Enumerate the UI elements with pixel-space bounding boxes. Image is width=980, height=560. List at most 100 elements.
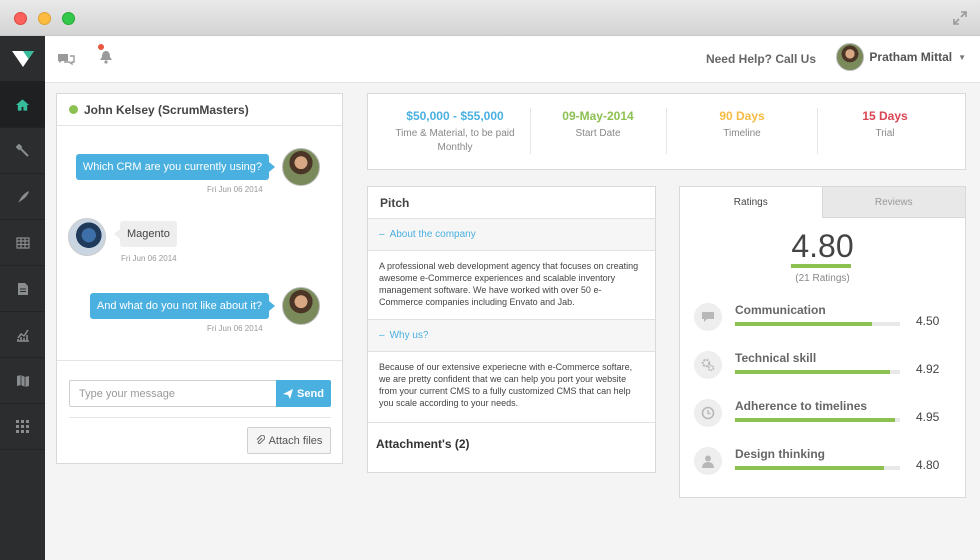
logo-icon (11, 50, 34, 67)
rating-bar-fill (735, 322, 872, 326)
chat-contact-name: John Kelsey (ScrumMasters) (84, 102, 249, 117)
sidebar-item-analytics[interactable] (0, 312, 45, 358)
sidebar-item-documents[interactable] (0, 266, 45, 312)
stat-value: 15 Days (862, 109, 908, 123)
chevron-down-icon: ▼ (958, 52, 966, 62)
grid-icon (16, 420, 29, 433)
user-menu[interactable]: Pratham Mittal ▼ (836, 43, 966, 71)
sidebar-item-map[interactable] (0, 358, 45, 404)
section-heading: About the company (389, 229, 476, 240)
user-avatar (282, 287, 320, 325)
section-body: Because of our extensive experiecne with… (368, 352, 655, 423)
ratings-count: (21 Ratings) (795, 273, 850, 284)
section-heading: Why us? (389, 330, 429, 341)
rating-value: 4.50 (916, 314, 940, 328)
table-icon (15, 236, 30, 249)
stat-label: Timeline (723, 128, 761, 139)
chat-message: And what do you not like about it? (89, 287, 320, 325)
home-icon (15, 98, 30, 111)
tab-ratings[interactable]: Ratings (680, 187, 822, 218)
paper-plane-icon (283, 388, 294, 399)
sidebar (0, 36, 45, 560)
send-button[interactable]: Send (276, 380, 331, 407)
attach-files-label: Attach files (268, 434, 323, 447)
user-avatar (282, 148, 320, 186)
user-avatar (836, 43, 865, 71)
rating-bar-fill (735, 466, 884, 470)
ratings-tabs: Ratings Reviews (680, 187, 965, 218)
rating-bar (735, 466, 900, 470)
attachments-heading[interactable]: Attachment's (2) (368, 423, 655, 465)
rating-value: 4.80 (916, 458, 940, 472)
stat-value: 90 Days (719, 109, 765, 123)
message-input[interactable] (69, 380, 277, 407)
chat-panel: John Kelsey (ScrumMasters) Which CRM are… (56, 93, 343, 464)
chat-bubbles-icon[interactable] (57, 52, 75, 67)
rating-bar (735, 322, 900, 326)
sidebar-item-write[interactable] (0, 174, 45, 220)
tab-reviews[interactable]: Reviews (821, 187, 965, 218)
rating-bar (735, 370, 900, 374)
paperclip-icon (256, 435, 265, 445)
section-toggle-about[interactable]: – About the company (368, 219, 655, 251)
app-window: Need Help? Call Us Pratham Mittal ▼ John… (0, 0, 980, 560)
sidebar-item-table[interactable] (0, 220, 45, 266)
rating-bar-fill (735, 370, 891, 374)
stat-label: Trial (875, 128, 895, 139)
rating-row: Adherence to timelines 4.95 (680, 399, 965, 443)
collapse-icon: – (379, 330, 385, 341)
sidebar-item-home[interactable] (0, 82, 45, 128)
stat-value: $50,000 - $55,000 (406, 109, 504, 123)
minimize-window-button[interactable] (38, 12, 51, 25)
sidebar-item-tools[interactable] (0, 128, 45, 174)
top-bar: Need Help? Call Us Pratham Mittal ▼ (45, 36, 980, 83)
stat-start-date: 09-May-2014 Start Date (523, 94, 673, 171)
rating-name: Technical skill (735, 351, 817, 365)
message-bubble: Magento (114, 221, 177, 247)
section-toggle-why-us[interactable]: – Why us? (368, 320, 655, 352)
chat-message: Magento (114, 221, 177, 247)
rating-value: 4.95 (916, 410, 940, 424)
chat-icon (694, 303, 722, 331)
clock-icon (694, 399, 722, 427)
section-body: A professional web development agency th… (368, 251, 655, 320)
rating-name: Design thinking (735, 447, 825, 461)
rating-name: Adherence to timelines (735, 399, 868, 413)
wrench-icon (15, 143, 29, 157)
message-timestamp: Fri Jun 06 2014 (121, 254, 177, 263)
app-logo[interactable] (0, 36, 45, 82)
fullscreen-icon[interactable] (952, 10, 968, 26)
stat-label: Time & Material, to be paid Monthly (395, 128, 515, 153)
help-link[interactable]: Need Help? Call Us (706, 52, 816, 66)
send-label: Send (297, 387, 324, 400)
contact-avatar (68, 218, 106, 256)
pitch-panel: Pitch – About the company A professional… (367, 186, 656, 473)
chat-message: Which CRM are you currently using? (75, 148, 320, 186)
ratings-panel: Ratings Reviews 4.80 (21 Ratings) Commun… (679, 186, 966, 498)
rating-value: 4.92 (916, 362, 940, 376)
attach-files-button[interactable]: Attach files (247, 427, 331, 454)
stat-value: 09-May-2014 (562, 109, 634, 123)
notification-bell-icon[interactable] (98, 44, 114, 66)
close-window-button[interactable] (14, 12, 27, 25)
overall-score: 4.80 (791, 228, 854, 264)
message-timestamp: Fri Jun 06 2014 (207, 324, 263, 333)
project-summary: $50,000 - $55,000 Time & Material, to be… (367, 93, 966, 170)
rating-row: Technical skill 4.92 (680, 351, 965, 395)
stat-budget: $50,000 - $55,000 Time & Material, to be… (380, 94, 530, 171)
message-bubble: And what do you not like about it? (89, 293, 276, 319)
chart-icon (16, 329, 29, 342)
stat-trial: 15 Days Trial (810, 94, 960, 171)
user-name: Pratham Mittal (869, 50, 953, 64)
sidebar-item-apps[interactable] (0, 404, 45, 450)
chat-header: John Kelsey (ScrumMasters) (57, 94, 342, 126)
map-icon (16, 375, 29, 387)
stat-timeline: 90 Days Timeline (667, 94, 817, 171)
title-bar (0, 0, 980, 36)
zoom-window-button[interactable] (62, 12, 75, 25)
feather-icon (17, 190, 29, 203)
divider (69, 417, 331, 418)
rating-name: Communication (735, 303, 826, 317)
rating-bar-fill (735, 418, 896, 422)
document-icon (17, 282, 28, 295)
